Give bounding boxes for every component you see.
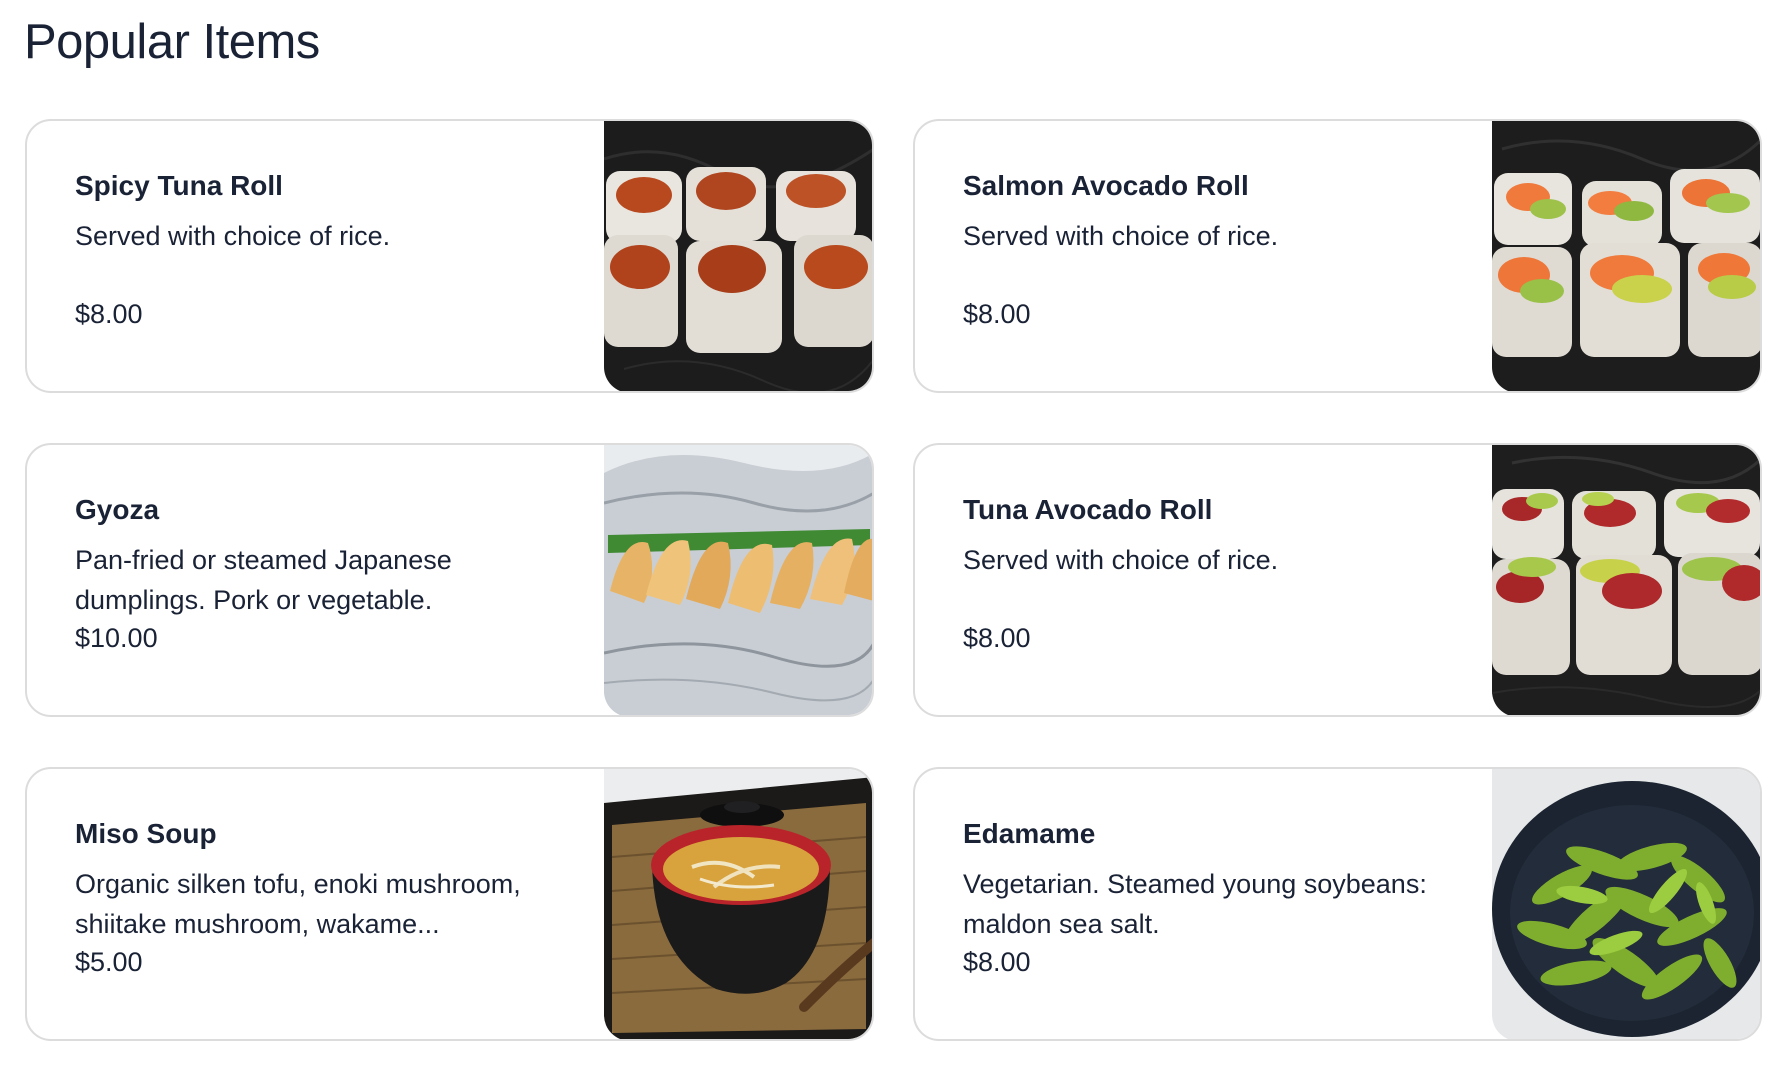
menu-item-name: Spicy Tuna Roll — [75, 170, 283, 201]
section-title: Popular Items — [24, 15, 320, 69]
tuna-avocado-roll-photo — [1492, 445, 1760, 715]
menu-item-description: Served with choice of rice. — [963, 545, 1279, 575]
menu-item-description: Pan-fried or steamed Japanese dumplings.… — [75, 545, 452, 615]
menu-item-card-salmon-avocado-roll[interactable]: Salmon Avocado Roll Served with choice o… — [913, 119, 1762, 393]
menu-item-price: $8.00 — [75, 299, 143, 329]
menu-item-name: Miso Soup — [75, 818, 217, 849]
menu-item-price: $5.00 — [75, 947, 143, 977]
menu-item-card-edamame[interactable]: Edamame Vegetarian. Steamed young soybea… — [913, 767, 1762, 1041]
menu-item-info: Spicy Tuna Roll Served with choice of ri… — [75, 169, 575, 359]
menu-item-price: $8.00 — [963, 623, 1031, 653]
menu-item-description: Served with choice of rice. — [963, 221, 1279, 251]
edamame-photo — [1492, 769, 1760, 1039]
menu-item-card-gyoza[interactable]: Gyoza Pan-fried or steamed Japanese dump… — [25, 443, 874, 717]
menu-item-info: Miso Soup Organic silken tofu, enoki mus… — [75, 817, 575, 1007]
menu-item-description: Organic silken tofu, enoki mushroom, shi… — [75, 869, 521, 939]
menu-item-name: Salmon Avocado Roll — [963, 170, 1249, 201]
spicy-tuna-roll-photo — [604, 121, 872, 391]
menu-item-name: Gyoza — [75, 494, 160, 525]
menu-item-price: $8.00 — [963, 299, 1031, 329]
menu-item-card-spicy-tuna-roll[interactable]: Spicy Tuna Roll Served with choice of ri… — [25, 119, 874, 393]
menu-item-price: $10.00 — [75, 623, 158, 653]
menu-item-description: Vegetarian. Steamed young soybeans: mald… — [963, 869, 1427, 939]
menu-item-price: $8.00 — [963, 947, 1031, 977]
menu-item-card-tuna-avocado-roll[interactable]: Tuna Avocado Roll Served with choice of … — [913, 443, 1762, 717]
menu-item-name: Edamame — [963, 818, 1096, 849]
menu-item-info: Salmon Avocado Roll Served with choice o… — [963, 169, 1463, 359]
menu-item-card-miso-soup[interactable]: Miso Soup Organic silken tofu, enoki mus… — [25, 767, 874, 1041]
menu-item-info: Tuna Avocado Roll Served with choice of … — [963, 493, 1463, 683]
menu-item-info: Edamame Vegetarian. Steamed young soybea… — [963, 817, 1463, 1007]
menu-item-info: Gyoza Pan-fried or steamed Japanese dump… — [75, 493, 575, 683]
menu-item-name: Tuna Avocado Roll — [963, 494, 1213, 525]
miso-soup-photo — [604, 769, 872, 1039]
popular-items-grid: Spicy Tuna Roll Served with choice of ri… — [25, 119, 1762, 1041]
gyoza-photo — [604, 445, 872, 715]
menu-item-description: Served with choice of rice. — [75, 221, 391, 251]
salmon-avocado-roll-photo — [1492, 121, 1760, 391]
